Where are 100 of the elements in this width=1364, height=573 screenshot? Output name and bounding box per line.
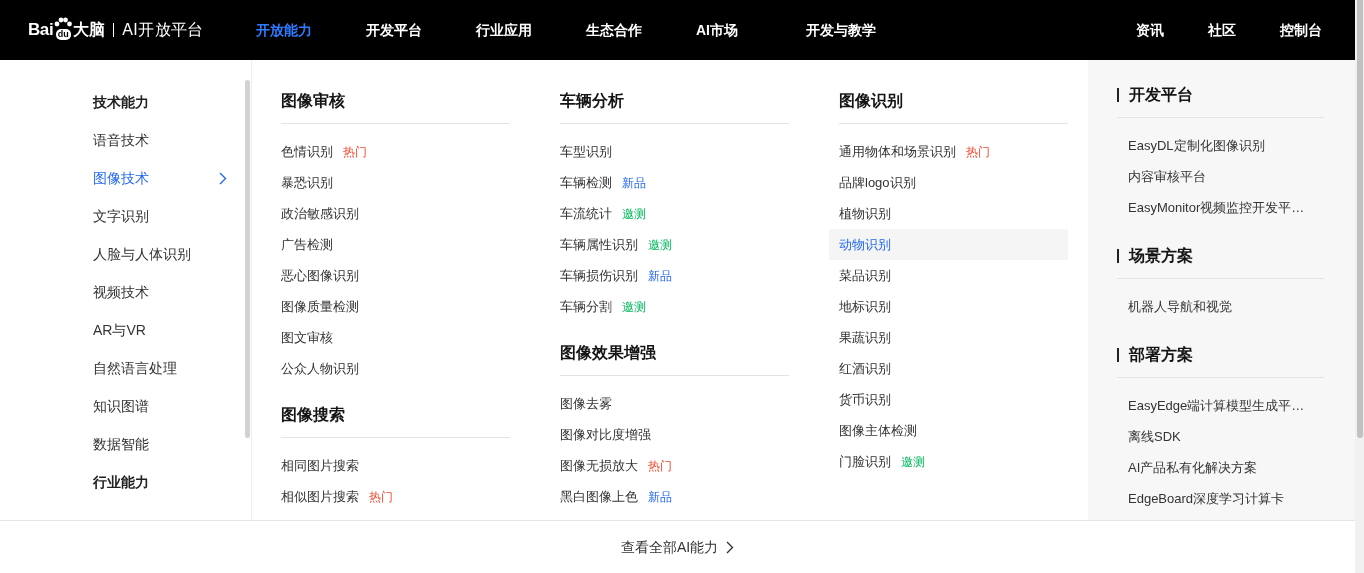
- menu-item[interactable]: 图文审核: [271, 322, 510, 353]
- sidebar-item[interactable]: 自然语言处理: [93, 349, 227, 387]
- menu-item[interactable]: 地标识别: [829, 291, 1068, 322]
- menu-item-label: 品牌logo识别: [839, 173, 916, 192]
- menu-item-label: 车型识别: [560, 142, 612, 161]
- nav-link[interactable]: 控制台: [1280, 19, 1322, 41]
- menu-item[interactable]: 车辆属性识别 邀测: [550, 229, 789, 260]
- section-title: 部署方案: [1129, 344, 1193, 365]
- menu-item[interactable]: 通用物体和场景识别 热门: [829, 136, 1068, 167]
- tag-label: 热门: [343, 143, 367, 161]
- paw-logo[interactable]: du: [53, 20, 74, 40]
- nav-tab[interactable]: 生态合作: [586, 19, 696, 41]
- section-title: 开发平台: [1129, 84, 1193, 105]
- menu-item[interactable]: 图像主体检测: [829, 415, 1068, 446]
- menu-item[interactable]: 暴恐识别: [271, 167, 510, 198]
- sidebar-item[interactable]: AR与VR: [93, 311, 227, 349]
- menu-item[interactable]: 车辆损伤识别 新品: [550, 260, 789, 291]
- sidebar-item[interactable]: 视频技术: [93, 273, 227, 311]
- nav-tab[interactable]: 行业应用: [476, 19, 586, 41]
- menu-item[interactable]: 政治敏感识别: [271, 198, 510, 229]
- section-title: 图像效果增强: [560, 342, 656, 363]
- nav-tab[interactable]: 开发平台: [366, 19, 476, 41]
- scrollbar-thumb[interactable]: [1357, 0, 1363, 438]
- sidebar-item[interactable]: 数据智能: [93, 425, 227, 463]
- nav-link[interactable]: 社区: [1208, 19, 1236, 41]
- tag-label: 新品: [648, 267, 672, 285]
- tag-label: 新品: [622, 174, 646, 192]
- menu-item-label: 暴恐识别: [281, 173, 333, 192]
- chevron-right-icon: [219, 171, 227, 185]
- menu-item[interactable]: 动物识别: [829, 229, 1068, 260]
- tag-label: 邀测: [622, 205, 646, 223]
- tag-label: 热门: [648, 457, 672, 475]
- section-title: 图像审核: [281, 90, 345, 111]
- menu-item[interactable]: 相似图片搜索 热门: [271, 481, 510, 512]
- menu-item-label: 车辆检测: [560, 173, 612, 192]
- menu-item[interactable]: 门脸识别 邀测: [829, 446, 1068, 477]
- menu-item[interactable]: 内容审核平台: [1117, 161, 1324, 192]
- menu-item-label: 恶心图像识别: [281, 266, 359, 285]
- view-all-link[interactable]: 查看全部AI能力: [620, 536, 735, 558]
- product-title[interactable]: AI开放平台: [122, 18, 204, 42]
- sidebar-item[interactable]: 人脸与人体识别: [93, 235, 227, 273]
- menu-item[interactable]: EasyDL定制化图像识别: [1117, 130, 1324, 161]
- menu-item[interactable]: 恶心图像识别: [271, 260, 510, 291]
- menu-item-label: 图像无损放大: [560, 456, 638, 475]
- menu-item[interactable]: AI产品私有化解决方案: [1117, 452, 1324, 483]
- menu-item[interactable]: 离线SDK: [1117, 421, 1324, 452]
- menu-item[interactable]: 红酒识别: [829, 353, 1068, 384]
- menu-item[interactable]: 果蔬识别: [829, 322, 1068, 353]
- sidebar-item[interactable]: 图像技术: [93, 159, 227, 197]
- menu-item[interactable]: 菜品识别: [829, 260, 1068, 291]
- scrollbar-thumb[interactable]: [245, 80, 250, 438]
- logo-divider: [113, 23, 115, 37]
- menu-item[interactable]: 车流统计 邀测: [550, 198, 789, 229]
- sidebar-item[interactable]: 语音技术: [93, 121, 227, 159]
- menu-item[interactable]: 色情识别 热门: [271, 136, 510, 167]
- menu-item[interactable]: 品牌logo识别: [829, 167, 1068, 198]
- menu-item-label: 植物识别: [839, 204, 891, 223]
- category-heading: 技术能力: [93, 92, 150, 112]
- nav-link[interactable]: 资讯: [1136, 19, 1164, 41]
- nav-tab[interactable]: AI市场: [696, 19, 806, 41]
- menu-item[interactable]: EasyMonitor视频监控开发平…: [1117, 192, 1324, 223]
- nav-tab[interactable]: 开发与教学: [806, 19, 916, 41]
- tag-label: 邀测: [648, 236, 672, 254]
- menu-item[interactable]: 图像质量检测: [271, 291, 510, 322]
- menu-item[interactable]: 车型识别: [550, 136, 789, 167]
- sidebar-item[interactable]: 知识图谱: [93, 387, 227, 425]
- menu-item-label: 广告检测: [281, 235, 333, 254]
- menu-item-label: 果蔬识别: [839, 328, 891, 347]
- menu-item-label: 黑白图像上色: [560, 487, 638, 506]
- tag-label: 热门: [369, 488, 393, 506]
- tag-label: 热门: [966, 143, 990, 161]
- menu-item[interactable]: 车辆分割 邀测: [550, 291, 789, 322]
- menu-item[interactable]: 相同图片搜索: [271, 450, 510, 481]
- menu-item[interactable]: 黑白图像上色 新品: [550, 481, 789, 512]
- menu-item[interactable]: 广告检测: [271, 229, 510, 260]
- nav-tab[interactable]: 开放能力: [256, 19, 366, 41]
- menu-item-label: 图像对比度增强: [560, 425, 651, 444]
- logo-text[interactable]: 大脑: [73, 18, 106, 42]
- menu-item[interactable]: 图像无损放大 热门: [550, 450, 789, 481]
- menu-item-label: 红酒识别: [839, 359, 891, 378]
- menu-item[interactable]: 货币识别: [829, 384, 1068, 415]
- menu-item-label: 通用物体和场景识别: [839, 142, 956, 161]
- menu-item[interactable]: 车辆检测 新品: [550, 167, 789, 198]
- menu-item-label: 车流统计: [560, 204, 612, 223]
- menu-item-label: 图像质量检测: [281, 297, 359, 316]
- menu-item-label: 地标识别: [839, 297, 891, 316]
- sidebar-item[interactable]: 文字识别: [93, 197, 227, 235]
- menu-item[interactable]: EdgeBoard深度学习计算卡: [1117, 483, 1324, 514]
- section-title: 场景方案: [1129, 245, 1193, 266]
- tag-label: 新品: [648, 488, 672, 506]
- menu-item[interactable]: 图像去雾: [550, 388, 789, 419]
- menu-item[interactable]: 公众人物识别: [271, 353, 510, 384]
- menu-item[interactable]: 植物识别: [829, 198, 1068, 229]
- menu-item-label: 车辆分割: [560, 297, 612, 316]
- menu-item[interactable]: EasyEdge端计算模型生成平…: [1117, 390, 1324, 421]
- menu-item[interactable]: 图像对比度增强: [550, 419, 789, 450]
- logo-text[interactable]: Bai: [28, 17, 54, 43]
- section-title: 图像搜索: [281, 404, 345, 425]
- menu-item[interactable]: 机器人导航和视觉: [1117, 291, 1324, 322]
- menu-item-label: 色情识别: [281, 142, 333, 161]
